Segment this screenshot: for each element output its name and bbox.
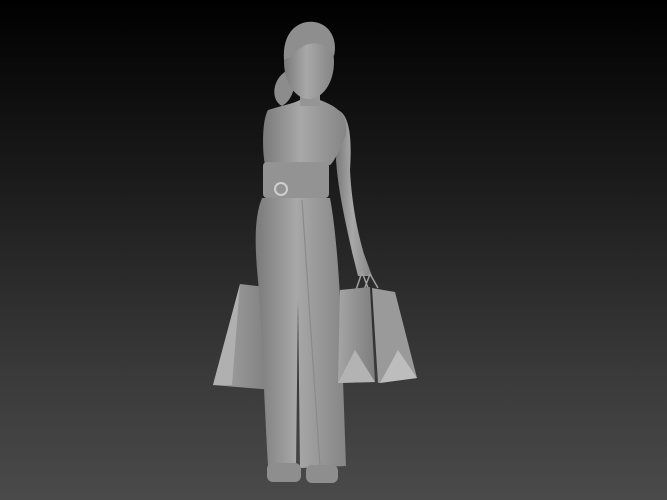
figure-model [213, 21, 417, 483]
render-viewport [213, 21, 417, 483]
belt [263, 162, 329, 198]
pants [255, 198, 346, 468]
torso [263, 100, 347, 165]
shopping-bags-right [338, 269, 417, 383]
